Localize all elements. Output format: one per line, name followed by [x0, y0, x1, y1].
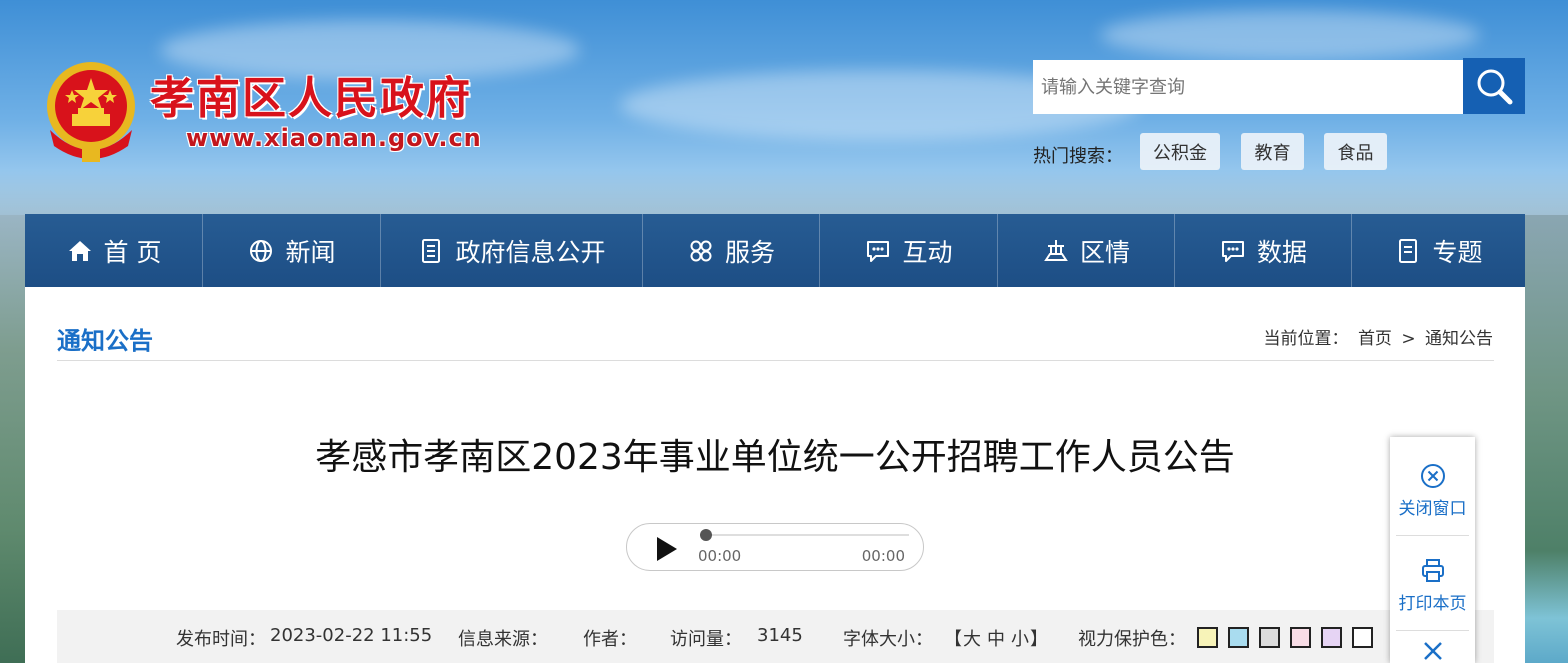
breadcrumb-home[interactable]: 首页	[1358, 329, 1392, 349]
font-size-bracket-open: 【	[944, 629, 962, 650]
search-icon	[1477, 69, 1513, 105]
topic-icon	[1399, 238, 1418, 263]
city-background-right	[1525, 215, 1568, 663]
nav-item-label: 互动	[902, 237, 953, 267]
source-label: 信息来源：	[458, 629, 548, 650]
hot-search-label: 热门搜索：	[1033, 146, 1123, 167]
eye-care-swatch-purple[interactable]	[1321, 627, 1342, 648]
publish-time: 2023-02-22 11:55	[270, 625, 433, 646]
eye-care-swatch-gray[interactable]	[1259, 627, 1280, 648]
grid-icon	[690, 240, 712, 261]
nav-item-label: 区情	[1079, 237, 1130, 267]
views-label: 访问量：	[670, 629, 742, 650]
nav-item-gov-info[interactable]: 政府信息公开	[381, 214, 643, 287]
nav-item-label: 政府信息公开	[455, 237, 606, 267]
eye-care-swatch-blue[interactable]	[1228, 627, 1249, 648]
landmark-icon	[1044, 239, 1068, 261]
author-label: 作者：	[583, 629, 637, 650]
eye-care-swatch-pink[interactable]	[1290, 627, 1311, 648]
hot-tag-food[interactable]: 食品	[1324, 133, 1387, 170]
section-divider	[57, 360, 1494, 361]
hot-tag-gongjijin[interactable]: 公积金	[1140, 133, 1220, 170]
search-input[interactable]	[1033, 60, 1463, 114]
eye-care-swatch-white[interactable]	[1352, 627, 1373, 648]
font-size-medium[interactable]: 中	[987, 625, 1005, 651]
globe-icon	[250, 239, 273, 262]
hot-tag-education[interactable]: 教育	[1241, 133, 1304, 170]
close-window-label: 关闭窗口	[1398, 499, 1467, 519]
nav-item-label: 服务	[724, 237, 775, 267]
audio-player: 00:00 00:00	[626, 523, 924, 571]
breadcrumb-separator: >	[1401, 329, 1416, 349]
main-nav: 首 页 新闻 政府信息公开 服务 互动 区情 数据 专题	[25, 214, 1525, 287]
nav-item-label: 新闻	[285, 237, 336, 267]
publish-time-label: 发布时间：	[176, 629, 266, 650]
content-area: 通知公告 当前位置： 首页 > 通知公告 孝感市孝南区2023年事业单位统一公开…	[25, 287, 1525, 663]
breadcrumb-label: 当前位置：	[1263, 329, 1349, 349]
audio-current-time: 00:00	[698, 547, 742, 565]
printer-icon	[1421, 559, 1444, 582]
play-icon[interactable]	[657, 537, 677, 561]
nav-item-service[interactable]: 服务	[643, 214, 820, 287]
chat-data-icon	[1221, 240, 1244, 262]
nav-item-label: 数据	[1256, 237, 1307, 267]
print-page-label: 打印本页	[1398, 594, 1467, 614]
nav-item-data[interactable]: 数据	[1175, 214, 1352, 287]
audio-duration: 00:00	[861, 547, 905, 565]
panel-divider	[1396, 535, 1469, 536]
audio-progress-track[interactable]	[705, 534, 909, 536]
eye-care-swatch-yellow[interactable]	[1197, 627, 1218, 648]
audio-progress-handle[interactable]	[700, 529, 712, 541]
font-size-large[interactable]: 大	[963, 625, 981, 651]
section-title: 通知公告	[57, 327, 153, 355]
site-url[interactable]: www.xiaonan.gov.cn	[186, 124, 482, 152]
views-count: 3145	[757, 625, 803, 646]
cloud-decoration	[1100, 10, 1480, 60]
nav-item-label: 专题	[1432, 237, 1483, 267]
close-icon	[1423, 642, 1442, 660]
nav-item-topic[interactable]: 专题	[1352, 214, 1525, 287]
nav-item-news[interactable]: 新闻	[203, 214, 381, 287]
print-page-button[interactable]: 打印本页	[1390, 557, 1475, 614]
breadcrumb: 当前位置： 首页 > 通知公告	[1260, 324, 1493, 349]
article-meta-bar: 发布时间： 2023-02-22 11:55 信息来源： 作者： 访问量： 31…	[57, 610, 1494, 663]
article-title: 孝感市孝南区2023年事业单位统一公开招聘工作人员公告	[315, 437, 1235, 478]
panel-divider	[1396, 630, 1469, 631]
nav-item-home[interactable]: 首 页	[25, 214, 203, 287]
breadcrumb-current[interactable]: 通知公告	[1425, 329, 1493, 349]
nav-item-label: 首 页	[103, 237, 162, 267]
site-title[interactable]: 孝南区人民政府	[150, 62, 472, 126]
font-size-label: 字体大小：	[843, 629, 933, 650]
font-size-small[interactable]: 小	[1011, 625, 1029, 651]
home-icon	[68, 240, 91, 261]
eye-care-label: 视力保护色：	[1078, 629, 1186, 650]
national-emblem-icon	[47, 62, 135, 162]
font-size-bracket-close: 】	[1030, 629, 1048, 650]
nav-item-district[interactable]: 区情	[998, 214, 1175, 287]
search-button[interactable]	[1463, 58, 1525, 114]
float-tool-panel: 关闭窗口 打印本页	[1390, 437, 1475, 663]
close-circle-icon	[1420, 464, 1445, 488]
chat-icon	[867, 240, 890, 262]
nav-item-interaction[interactable]: 互动	[820, 214, 998, 287]
close-window-button[interactable]: 关闭窗口	[1390, 462, 1475, 519]
city-background-left	[0, 215, 26, 663]
document-icon	[422, 238, 441, 263]
panel-close-button[interactable]	[1390, 639, 1475, 663]
